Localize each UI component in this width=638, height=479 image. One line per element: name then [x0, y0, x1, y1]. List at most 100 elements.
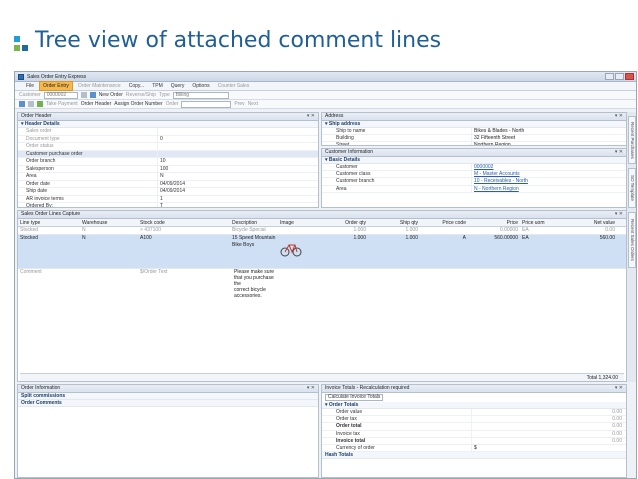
form-row: Sales order — [18, 128, 318, 136]
prev-button[interactable]: Prev — [234, 101, 244, 107]
field-value[interactable] — [158, 143, 318, 150]
order-info-title: Order Information — [21, 385, 61, 391]
search-icon[interactable] — [80, 92, 87, 98]
panel-pin-icon[interactable]: ▾ ✕ — [615, 385, 626, 392]
menu-query[interactable]: Query — [168, 82, 188, 90]
tab-recent-sales-orders[interactable]: Recent Sales Orders — [628, 212, 636, 268]
ship-address-section[interactable]: ▾ Ship address — [322, 121, 626, 128]
maximize-button[interactable] — [615, 73, 624, 80]
form-row: Order status — [18, 143, 318, 151]
field-value[interactable]: 04/09/2014 — [158, 188, 318, 195]
col-ship-qty[interactable]: Ship qty — [368, 219, 420, 226]
order-comments-item[interactable]: Order Comments — [18, 400, 318, 407]
menu-order-maintenance[interactable]: Order Maintenance — [75, 82, 124, 90]
table-row[interactable]: Stocked N > 437100 Bicycle Special 1.000… — [18, 227, 626, 235]
form-row: Ordered By: T — [18, 203, 318, 207]
arrow-right-icon[interactable] — [89, 92, 96, 98]
menu-bar: File Order Entry Order Maintenance Copy.… — [15, 81, 636, 91]
field-label: Area — [18, 173, 158, 180]
slide-title: Tree view of attached comment lines — [35, 28, 442, 53]
field-value[interactable] — [158, 128, 318, 135]
refresh-icon[interactable] — [37, 101, 43, 107]
tab-recent-purchases[interactable]: Recent Purchases — [628, 116, 636, 164]
field-value[interactable]: 04/09/2014 — [158, 181, 318, 188]
field-value[interactable]: 1 — [158, 196, 318, 203]
field-value[interactable]: 0 — [158, 136, 318, 143]
menu-tpm[interactable]: TPM — [149, 82, 166, 90]
panel-pin-icon[interactable]: ▾ ✕ — [307, 385, 318, 392]
field-value[interactable]: 100 — [158, 166, 318, 173]
field-value: 0.00 — [612, 416, 622, 423]
calculate-totals-button[interactable]: Calculate Invoice Totals — [325, 394, 384, 401]
field-value[interactable]: 32 Fifteenth Street — [472, 135, 626, 141]
form-row: Order date 04/09/2014 — [18, 180, 318, 188]
form-row: Order branch 10 — [18, 158, 318, 166]
next-button[interactable]: Next — [248, 101, 258, 107]
order-info-panel: Order Information ▾ ✕ Split commissions O… — [17, 384, 319, 478]
field-link[interactable]: 10 - Receivables - North — [472, 178, 626, 184]
col-price-uom[interactable]: Price uom — [520, 219, 562, 226]
field-label: Area — [322, 185, 472, 192]
hash-totals-section[interactable]: Hash Totals — [322, 452, 626, 460]
field-value[interactable]: Northern Region — [472, 142, 626, 145]
field-value[interactable]: N — [158, 173, 318, 180]
split-commissions-item[interactable]: Split commissions — [18, 393, 318, 400]
order-input[interactable] — [181, 100, 232, 108]
assign-order-number-button[interactable]: Assign Order Number — [114, 101, 162, 107]
form-row: Invoice total 0.00 — [322, 437, 626, 445]
col-line-type[interactable]: Line type — [18, 219, 80, 226]
field-label: Customer purchase order — [18, 150, 158, 157]
panel-pin-icon[interactable]: ▾ ✕ — [615, 149, 626, 156]
order-totals-section[interactable]: ▾ Order Totals — [322, 402, 626, 409]
header-details-section[interactable]: ▾ Header Details — [18, 121, 318, 128]
type-label: Type — [158, 92, 170, 98]
comment-text: Please make sure that you purchase the c… — [234, 269, 275, 299]
window-titlebar: Sales Order Entry Express — [15, 72, 636, 82]
col-warehouse[interactable]: Warehouse — [80, 219, 138, 226]
col-price-code[interactable]: Price code — [420, 219, 470, 226]
tab-so-template[interactable]: SO Template — [628, 168, 636, 208]
panel-pin-icon[interactable]: ▾ ✕ — [307, 113, 318, 120]
field-value[interactable]: Bikes & Blades - North — [472, 128, 626, 134]
address-panel: Address ▾ ✕ ▾ Ship address Ship to name Bi… — [321, 112, 627, 146]
customer-input[interactable]: 0000002 — [43, 91, 78, 99]
field-value[interactable]: 10 — [158, 158, 318, 165]
order-header-button[interactable]: Order Header — [81, 101, 112, 107]
minimize-button[interactable] — [605, 73, 614, 80]
form-row: Order total 0.00 — [322, 423, 626, 431]
table-row[interactable]: Stocked N A100 15 Speed Mountain Bike Bo… — [18, 235, 626, 269]
reverse-ship-button[interactable]: Reverse/Ship — [126, 92, 156, 98]
menu-file[interactable]: File — [23, 82, 37, 90]
col-image[interactable]: Image — [278, 219, 323, 226]
col-stock-code[interactable]: Stock code — [138, 219, 230, 226]
menu-copy[interactable]: Copy... — [126, 82, 147, 90]
panel-pin-icon[interactable]: ▾ ✕ — [615, 211, 626, 218]
field-link[interactable]: M - Master Accounts — [472, 171, 626, 177]
menu-order-entry[interactable]: Order Entry — [39, 81, 73, 91]
col-price[interactable]: Price — [470, 219, 520, 226]
new-order-button[interactable]: New Order — [99, 92, 123, 98]
take-payment-button[interactable]: Take Payment — [46, 101, 78, 107]
save-icon[interactable] — [19, 101, 25, 107]
customer-label: Customer — [19, 92, 41, 98]
field-label: Currency of order — [322, 444, 472, 452]
field-label: Invoice total — [322, 437, 472, 444]
undo-icon[interactable] — [28, 101, 34, 107]
menu-options[interactable]: Options — [189, 82, 212, 90]
field-value[interactable] — [158, 151, 318, 158]
close-button[interactable] — [625, 73, 634, 80]
invoice-totals-title: Invoice Totals - Recalculation required — [325, 385, 410, 391]
menu-counter-sales[interactable]: Counter Sales — [215, 82, 253, 90]
field-value[interactable]: T — [158, 203, 318, 207]
field-link[interactable]: N - Northern Region — [472, 186, 626, 192]
order-header-panel: Order Header ▾ ✕ ▾ Header Details Sales o… — [17, 112, 319, 208]
field-link[interactable]: 0000002 — [472, 164, 626, 170]
customer-info-panel: Customer Information ▾ ✕ ▾ Basic Details … — [321, 148, 627, 208]
type-select[interactable]: Billing — [172, 91, 229, 99]
col-net-value[interactable]: Net value — [562, 219, 617, 226]
panel-pin-icon[interactable]: ▾ ✕ — [615, 113, 626, 120]
col-description[interactable]: Description — [230, 219, 278, 226]
col-order-qty[interactable]: Order qty — [323, 219, 368, 226]
comment-row[interactable]: Comment $/Order Text Please make sure th… — [18, 269, 626, 315]
basic-details-section[interactable]: ▾ Basic Details — [322, 157, 626, 164]
